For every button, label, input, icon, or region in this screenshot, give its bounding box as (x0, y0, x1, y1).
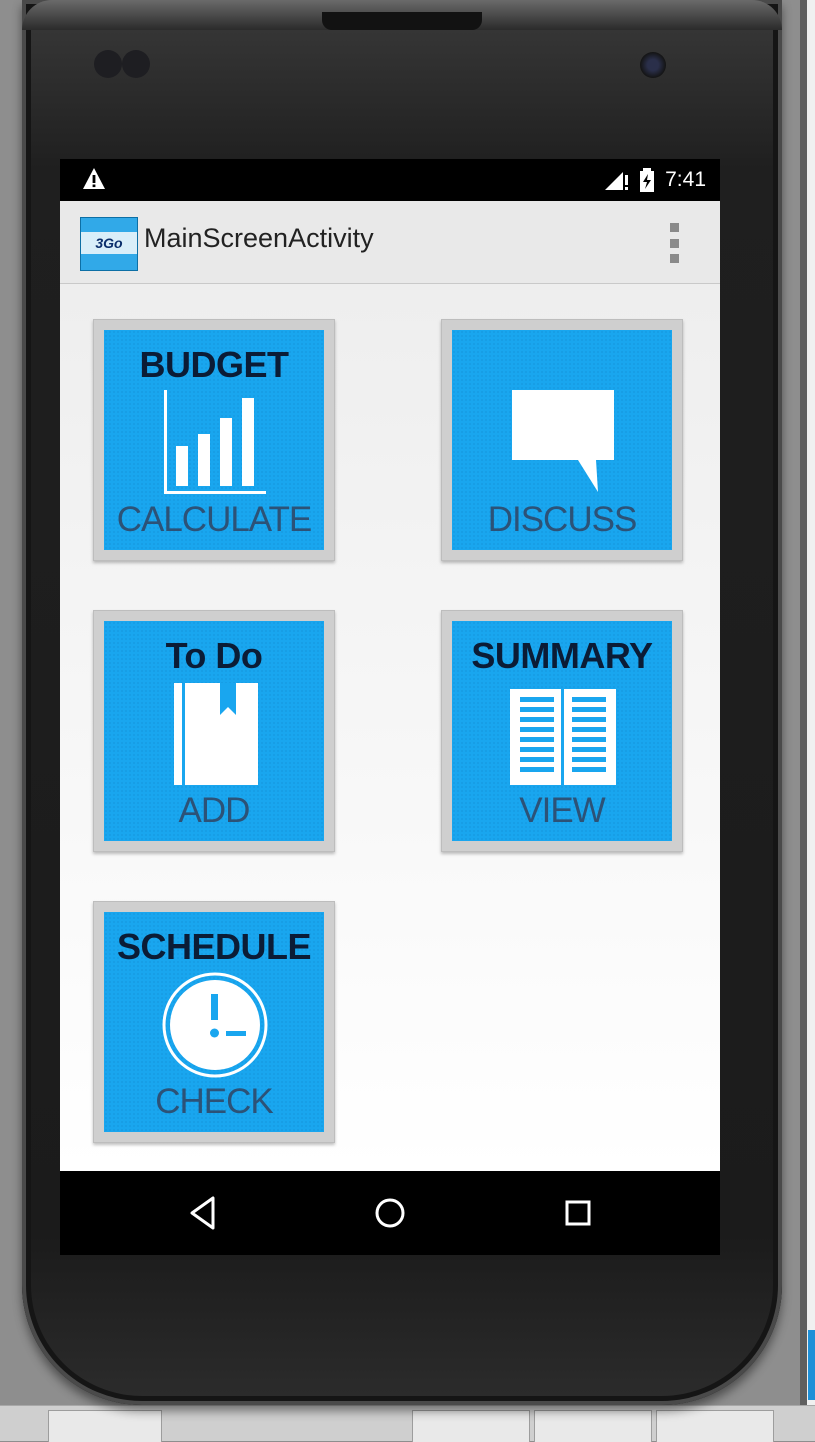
phone-sensor (122, 50, 150, 78)
taskbar-tab[interactable] (48, 1410, 162, 1442)
window-bottom-bar (0, 1405, 815, 1442)
tile-action-label: DISCUSS (487, 500, 638, 539)
status-time: 7:41 (665, 168, 706, 191)
tile-title: To Do (165, 635, 263, 676)
speech-bubble-icon (512, 390, 614, 492)
taskbar-tab[interactable] (534, 1410, 652, 1442)
summary-tile[interactable]: SUMMARY VIEW (441, 610, 683, 852)
recents-icon[interactable] (553, 1188, 603, 1238)
status-bar: 7:41 (60, 159, 720, 201)
tile-action-label: ADD (178, 791, 251, 830)
tile-title: BUDGET (139, 344, 290, 385)
schedule-tile[interactable]: SCHEDULE CHECK (93, 901, 335, 1143)
app-logo: 3Go (80, 217, 138, 271)
activity-title: MainScreenActivity (144, 223, 374, 253)
tile-title: SUMMARY (471, 635, 653, 676)
signal-icon (605, 172, 629, 190)
overflow-menu-icon[interactable] (670, 223, 680, 263)
back-icon[interactable] (180, 1188, 230, 1238)
window-right-edge (800, 0, 815, 1440)
action-bar: 3Go MainScreenActivity (60, 201, 720, 284)
tile-action-label: CALCULATE (116, 500, 313, 539)
todo-tile[interactable]: To Do ADD (93, 610, 335, 852)
phone-frame: 7:41 3Go MainScreenActivity BUDGET CALCU… (22, 0, 782, 1405)
tile-title: SCHEDULE (116, 926, 312, 967)
phone-sensor (94, 50, 122, 78)
discuss-tile[interactable]: DISCUSS (441, 319, 683, 561)
navigation-bar (60, 1171, 720, 1255)
tile-action-label: CHECK (155, 1082, 274, 1121)
budget-tile[interactable]: BUDGET CALCULATE (93, 319, 335, 561)
open-book-icon (510, 689, 616, 785)
home-icon[interactable] (365, 1188, 415, 1238)
taskbar-tab[interactable] (656, 1410, 774, 1442)
bar-chart-icon (164, 390, 266, 494)
tile-grid: BUDGET CALCULATE DISCUSS To Do ADD SUMMA… (60, 284, 720, 1171)
phone-camera (640, 52, 666, 78)
clock-icon (162, 972, 268, 1078)
window-accent-block (808, 1330, 815, 1400)
bookmark-book-icon (174, 683, 258, 785)
app-logo-text: 3Go (81, 232, 137, 254)
battery-icon (640, 168, 655, 192)
phone-speaker (322, 12, 482, 30)
taskbar-tab[interactable] (412, 1410, 530, 1442)
warning-icon (83, 168, 105, 189)
device-screen: 7:41 3Go MainScreenActivity BUDGET CALCU… (60, 159, 720, 1255)
tile-action-label: VIEW (519, 791, 605, 830)
